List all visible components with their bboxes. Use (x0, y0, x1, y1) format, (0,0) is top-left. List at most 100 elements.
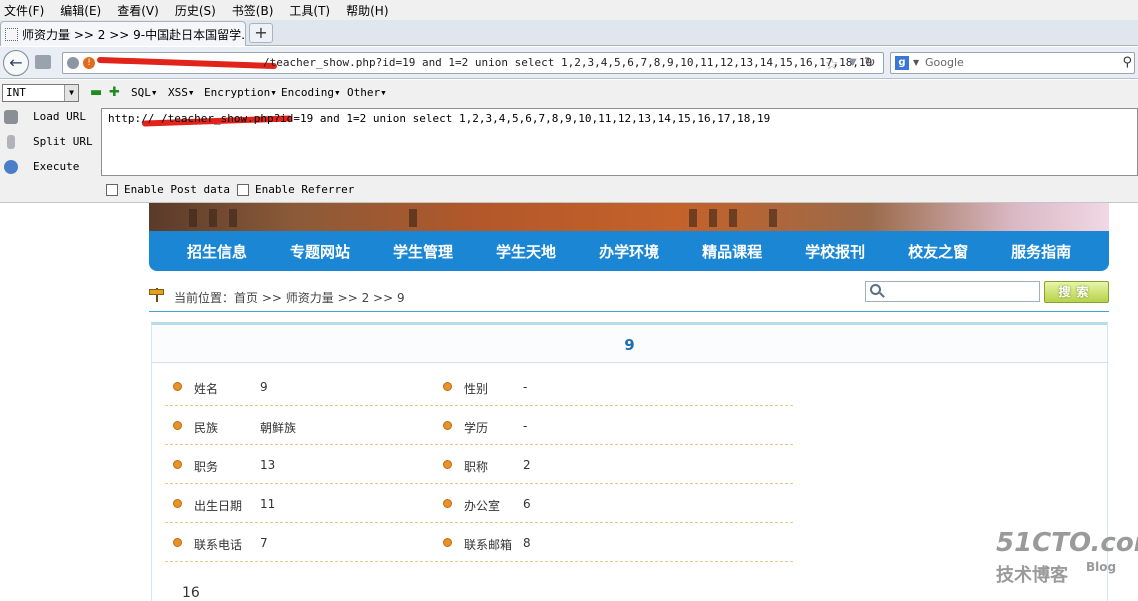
google-icon[interactable]: g (895, 56, 909, 70)
field-office: 办公室 6 (443, 497, 743, 513)
hackbar-menu-other[interactable]: Other▾ (347, 86, 387, 99)
menu-tools[interactable]: 工具(T) (289, 2, 330, 19)
banner-detail (689, 209, 697, 227)
field-ethnicity: 民族 朝鲜族 (173, 419, 433, 435)
banner-detail (709, 209, 717, 227)
nav-item-courses[interactable]: 精品课程 (702, 241, 762, 262)
banner-detail (189, 209, 197, 227)
chevron-down-icon: ▼ (64, 85, 78, 101)
page-favicon-icon (5, 27, 18, 41)
breadcrumb-faculty[interactable]: 师资力量 (286, 291, 334, 305)
site-search-input[interactable] (865, 281, 1040, 302)
bullet-icon (173, 538, 182, 547)
breadcrumb-home[interactable]: 首页 (234, 291, 258, 305)
field-title: 职称 2 (443, 458, 743, 474)
checkbox-box[interactable] (237, 183, 249, 196)
field-gender: 性别 - (443, 380, 743, 396)
load-url-icon (4, 110, 18, 124)
decrease-icon[interactable]: ▬ (90, 85, 102, 100)
search-icon[interactable]: ⚲ (1122, 55, 1132, 70)
menu-file[interactable]: 文件(F) (4, 2, 44, 19)
menu-help[interactable]: 帮助(H) (346, 2, 388, 19)
navigation-bar: ← ! /teacher_show.php?id=19 and 1=2 unio… (0, 47, 1138, 79)
detail-row: 职务 13 职称 2 (165, 445, 793, 484)
watermark-logo: 51CTO.com 技术博客 Blog (996, 528, 1138, 588)
nav-item-student-world[interactable]: 学生天地 (496, 241, 556, 262)
enable-referrer-label: Enable Referrer (255, 183, 355, 196)
menu-bar: 文件(F) 编辑(E) 查看(V) 历史(S) 书签(B) 工具(T) 帮助(H… (0, 0, 1138, 20)
field-value: - (523, 380, 528, 394)
bookmark-star-icon[interactable]: ☆ (825, 55, 838, 73)
load-url-label: Load URL (33, 110, 86, 123)
reload-icon[interactable]: ↻ (864, 55, 876, 71)
enable-post-data-label: Enable Post data (124, 183, 230, 196)
nav-item-admissions[interactable]: 招生信息 (187, 241, 247, 262)
field-value: 6 (523, 497, 531, 511)
banner-detail (229, 209, 237, 227)
menu-bookmarks[interactable]: 书签(B) (232, 2, 274, 19)
search-engine-dropdown-icon[interactable]: ▼ (913, 58, 919, 67)
field-label: 出生日期 (194, 499, 243, 513)
hackbar-url-textarea[interactable]: http:// /teacher_show.php?id=19 and 1=2 … (101, 108, 1138, 176)
enable-post-data-checkbox[interactable]: Enable Post data (106, 183, 230, 196)
field-label: 职称 (464, 460, 489, 474)
menu-edit[interactable]: 编辑(E) (60, 2, 101, 19)
increase-icon[interactable]: ✚ (109, 85, 120, 100)
scissors-icon (7, 135, 15, 149)
breadcrumb-current: 9 (396, 291, 405, 305)
hackbar-url-value: http:// /teacher_show.php?id=19 and 1=2 … (108, 112, 771, 125)
enable-referrer-checkbox[interactable]: Enable Referrer (237, 183, 354, 196)
field-label: 性别 (464, 382, 489, 396)
detail-row: 出生日期 11 办公室 6 (165, 484, 793, 523)
teacher-detail-panel: 9 姓名 9 性别 - 民族 朝鲜族 学历 - 职务 13 职称 2 出生日期 … (151, 322, 1108, 601)
bullet-icon (173, 421, 182, 430)
field-value: 7 (260, 536, 268, 550)
url-dropdown-icon[interactable]: ▼ (849, 57, 857, 68)
bullet-icon (443, 499, 452, 508)
hackbar-menu-encoding[interactable]: Encoding▾ (281, 86, 341, 99)
checkbox-box[interactable] (106, 183, 118, 196)
detail-row: 民族 朝鲜族 学历 - (165, 406, 793, 445)
new-tab-button[interactable]: + (249, 23, 273, 43)
type-select[interactable]: INT ▼ (2, 84, 79, 102)
search-icon (869, 283, 885, 299)
nav-item-environment[interactable]: 办学环境 (599, 241, 659, 262)
warning-icon[interactable]: ! (83, 57, 95, 69)
tab-active[interactable]: 师资力量 >> 2 >> 9-中国赴日本国留学… (0, 21, 246, 46)
back-button[interactable]: ← (3, 50, 29, 76)
execute-button[interactable]: Execute (0, 158, 100, 180)
search-bar[interactable]: g ▼ Google ⚲ (890, 52, 1135, 74)
split-url-button[interactable]: Split URL (0, 133, 100, 155)
hackbar-menu-sql[interactable]: SQL▾ (131, 86, 158, 99)
detail-row: 姓名 9 性别 - (165, 367, 793, 406)
bullet-icon (173, 460, 182, 469)
type-select-value: INT (6, 86, 26, 99)
signpost-icon (149, 286, 165, 302)
tab-title: 师资力量 >> 2 >> 9-中国赴日本国留学… (22, 27, 246, 42)
hackbar-menu-encryption[interactable]: Encryption▾ (204, 86, 277, 99)
breadcrumb-separator: >> (373, 291, 394, 305)
field-label: 联系电话 (194, 538, 243, 552)
url-bar[interactable]: ! /teacher_show.php?id=19 and 1=2 union … (62, 52, 884, 74)
bullet-icon (443, 460, 452, 469)
hackbar-menu-xss[interactable]: XSS▾ (168, 86, 195, 99)
nav-item-student-management[interactable]: 学生管理 (393, 241, 453, 262)
breadcrumb-category[interactable]: 2 (362, 291, 370, 305)
nav-item-alumni[interactable]: 校友之窗 (908, 241, 968, 262)
nav-item-newspaper[interactable]: 学校报刊 (805, 241, 865, 262)
field-phone: 联系电话 7 (173, 536, 433, 552)
nav-item-topics[interactable]: 专题网站 (290, 241, 350, 262)
nav-item-services[interactable]: 服务指南 (1011, 241, 1071, 262)
tab-strip: 师资力量 >> 2 >> 9-中国赴日本国留学… + (0, 20, 1138, 46)
site-search-button[interactable]: 搜索 (1044, 281, 1109, 303)
load-url-button[interactable]: Load URL (0, 108, 100, 130)
bullet-icon (443, 421, 452, 430)
bullet-icon (443, 382, 452, 391)
folder-icon[interactable] (35, 55, 51, 69)
field-label: 联系邮箱 (464, 538, 513, 552)
menu-view[interactable]: 查看(V) (117, 2, 159, 19)
field-education: 学历 - (443, 419, 743, 435)
menu-history[interactable]: 历史(S) (175, 2, 216, 19)
field-birthdate: 出生日期 11 (173, 497, 433, 513)
signpost-board (149, 289, 164, 295)
